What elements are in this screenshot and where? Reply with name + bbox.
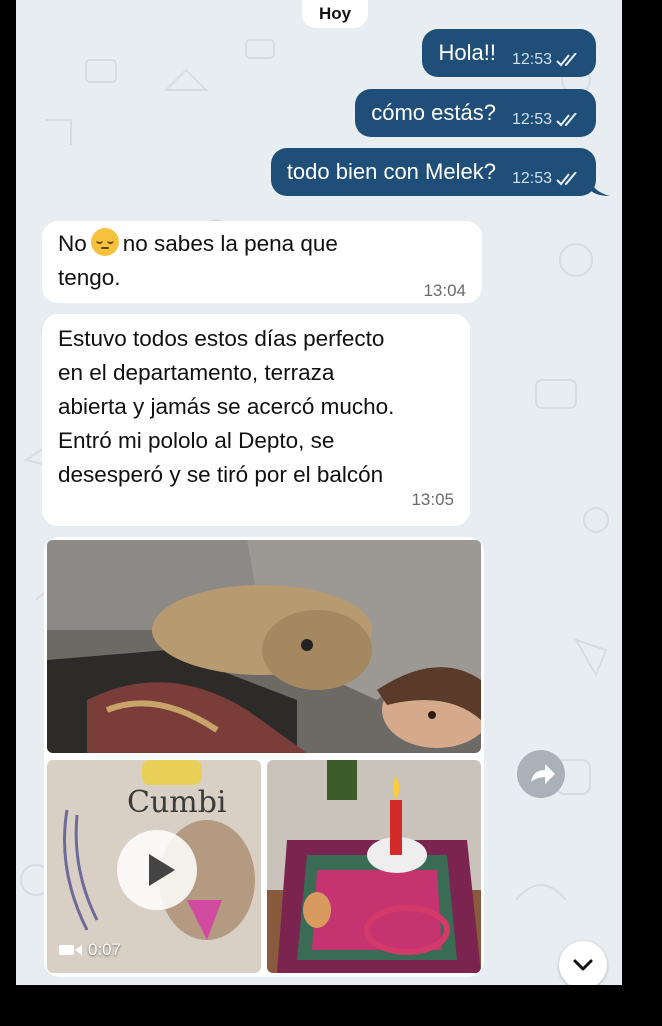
message-text: Hola!!	[438, 40, 496, 65]
message-text-start: No	[58, 231, 87, 256]
double-check-icon	[556, 172, 577, 186]
incoming-message[interactable]: Estuvo todos estos días perfecto en el d…	[42, 314, 470, 526]
message-text: Estuvo todos estos días perfecto en el d…	[58, 326, 395, 487]
forward-arrow-icon	[531, 764, 555, 784]
chat-view[interactable]: Hoy Hola!! 12:53 cómo estás? 12:53 todo …	[16, 0, 622, 985]
outgoing-message[interactable]: cómo estás? 12:53	[355, 89, 596, 137]
video-drawing-text: Cumbi	[127, 785, 227, 820]
bubble-tail	[590, 180, 610, 196]
message-text: todo bien con Melek?	[286, 159, 496, 184]
scroll-to-bottom-button[interactable]	[559, 941, 607, 985]
date-separator: Hoy	[302, 0, 368, 28]
message-time: 12:53	[511, 170, 552, 187]
message-time: 12:53	[511, 111, 552, 128]
video-thumbnail[interactable]: Cumbi 0:07	[47, 760, 261, 973]
forward-button[interactable]	[517, 750, 565, 798]
message-text: cómo estás?	[371, 100, 496, 125]
photo-candle-altar[interactable]	[267, 760, 481, 973]
pensive-face-emoji	[90, 228, 119, 256]
photo-dog-sleeping[interactable]	[47, 540, 481, 753]
double-check-icon	[556, 53, 577, 67]
video-camera-icon	[59, 945, 82, 955]
outgoing-message[interactable]: todo bien con Melek? 12:53	[270, 148, 596, 196]
incoming-message[interactable]: No no sabes la pena que tengo. 13:04	[42, 221, 482, 303]
media-album[interactable]: Cumbi 0:07	[44, 537, 484, 977]
chevron-down-icon	[573, 959, 593, 971]
outgoing-message[interactable]: Hola!! 12:53	[422, 29, 596, 77]
video-duration: 0:07	[88, 940, 122, 959]
play-button[interactable]	[117, 830, 197, 910]
play-icon	[149, 854, 175, 886]
double-check-icon	[556, 113, 577, 127]
message-time: 12:53	[511, 51, 552, 68]
photo-image	[267, 760, 481, 973]
message-time: 13:05	[411, 490, 454, 509]
photo-image	[47, 540, 481, 753]
